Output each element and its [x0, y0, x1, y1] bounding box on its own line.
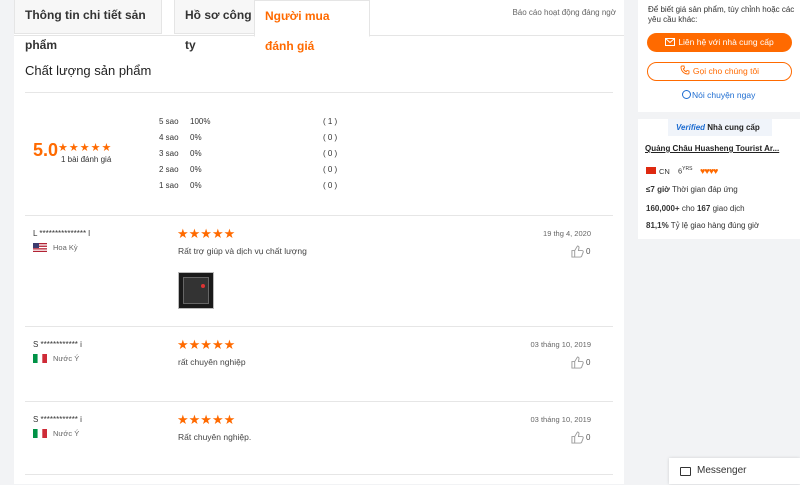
- review-photo-detail: [201, 284, 205, 288]
- reviewer-country: Nước Ý: [53, 429, 80, 438]
- reviewer-name: S ************ i: [33, 415, 82, 424]
- review-photo-thumbnail: [183, 277, 209, 304]
- rating-row-pct: 0%: [190, 133, 202, 142]
- rating-stars: ★★★★★: [58, 142, 113, 154]
- rating-row-label: 3 sao: [159, 149, 179, 158]
- review-date: 19 thg 4, 2020: [543, 229, 591, 238]
- supplier-label: Nhà cung cấp: [707, 123, 760, 132]
- verified-supplier-badge: Verified Nhà cung cấp: [668, 119, 772, 136]
- transactions-value: 160,000+: [646, 204, 680, 213]
- tab-buyer-reviews[interactable]: Người mua đánh giá: [254, 0, 370, 53]
- review-photo[interactable]: [178, 272, 214, 309]
- rating-row-pct: 100%: [190, 117, 211, 126]
- reviewer-name: S ************ i: [33, 340, 82, 349]
- rating-row-label: 2 sao: [159, 165, 179, 174]
- contact-supplier-button[interactable]: Liên hệ với nhà cung cấp: [647, 33, 792, 52]
- response-time: ≤7 giờ Thời gian đáp ứng: [646, 185, 738, 194]
- divider: [25, 401, 613, 402]
- italy-flag-icon: [33, 429, 47, 438]
- divider: [25, 326, 613, 327]
- tab-product-details[interactable]: Thông tin chi tiết sản phẩm: [14, 0, 162, 52]
- review-text: rất chuyên nghiệp: [178, 357, 246, 367]
- main-panel: Thông tin chi tiết sản phẩm Hồ sơ công t…: [14, 0, 624, 484]
- call-us-button[interactable]: Gọi cho chúng tôi: [647, 62, 792, 81]
- section-title: Chất lượng sản phẩm: [25, 63, 152, 78]
- thumbs-up-icon[interactable]: [571, 431, 584, 444]
- response-time-label: Thời gian đáp ứng: [671, 185, 738, 194]
- transactions-label: giao dịch: [712, 204, 745, 213]
- like-count: 0: [586, 358, 591, 367]
- company-name-link[interactable]: Quảng Châu Huasheng Tourist Ar...: [645, 144, 793, 153]
- rating-row-count: ( 0 ): [323, 165, 338, 174]
- rating-row-pct: 0%: [190, 165, 202, 174]
- review-date: 03 tháng 10, 2019: [530, 415, 591, 424]
- rating-score: 5.0: [33, 140, 59, 160]
- rating-row-count: ( 0 ): [323, 149, 338, 158]
- rating-row-label: 5 sao: [159, 117, 179, 126]
- contact-panel: Để biết giá sản phẩm, tùy chỉnh hoặc các…: [638, 0, 800, 112]
- contact-supplier-label: Liên hệ với nhà cung cấp: [678, 37, 774, 47]
- transactions-count: 167: [696, 204, 711, 213]
- divider: [25, 474, 613, 475]
- reviewer-country: Hoa Kỳ: [53, 243, 78, 252]
- contact-description: Để biết giá sản phẩm, tùy chỉnh hoặc các…: [648, 5, 795, 24]
- response-time-value: ≤7 giờ: [646, 185, 670, 194]
- review-stars: ★★★★★: [177, 412, 236, 427]
- us-flag-icon: [33, 243, 47, 252]
- message-icon: [680, 467, 691, 476]
- tab-bar: Thông tin chi tiết sản phẩm Hồ sơ công t…: [14, 0, 624, 53]
- messenger-button[interactable]: Messenger: [669, 458, 800, 484]
- rating-row-label: 4 sao: [159, 133, 179, 142]
- on-time-label: Tỷ lệ giao hàng đúng giờ: [670, 221, 760, 230]
- transactions: 160,000+ cho 167 giao dịch: [646, 204, 745, 213]
- review-text: Rất chuyên nghiệp.: [178, 432, 252, 442]
- reviewer-name: L *************** l: [33, 229, 91, 238]
- review-item: L *************** l Hoa Kỳ ★★★★★ Rất trợ…: [14, 226, 624, 329]
- on-time-value: 81,1%: [646, 221, 669, 230]
- divider: [25, 215, 613, 216]
- call-us-label: Gọi cho chúng tôi: [692, 66, 760, 76]
- mail-icon: [665, 38, 676, 46]
- like-count: 0: [586, 247, 591, 256]
- phone-icon: [680, 65, 690, 75]
- supplier-country: CN: [659, 167, 670, 176]
- verified-label: Verified: [676, 123, 706, 132]
- supplier-panel: Verified Nhà cung cấp Quảng Châu Huashen…: [638, 119, 800, 239]
- chat-now-link[interactable]: Nói chuyện ngay: [682, 90, 755, 100]
- rating-row-pct: 0%: [190, 149, 202, 158]
- supplier-years: 6YRS: [678, 166, 692, 176]
- review-count: 1 bài đánh giá: [61, 155, 112, 164]
- rating-row-count: ( 0 ): [323, 133, 338, 142]
- reviewer-country: Nước Ý: [53, 354, 80, 363]
- years-unit: YRS: [682, 166, 693, 172]
- rating-row-pct: 0%: [190, 181, 202, 190]
- chat-icon: [682, 90, 691, 99]
- italy-flag-icon: [33, 354, 47, 363]
- reviews-content: Chất lượng sản phẩm 5.0 ★★★★★ 1 bài đánh…: [14, 40, 624, 484]
- messenger-label: Messenger: [697, 465, 747, 476]
- review-item: S ************ i Nước Ý ★★★★★ rất chuyên…: [14, 337, 624, 410]
- divider: [25, 92, 613, 93]
- chat-now-label: Nói chuyện ngay: [692, 90, 756, 100]
- rating-row-count: ( 0 ): [323, 181, 338, 190]
- thumbs-up-icon[interactable]: [571, 245, 584, 258]
- report-suspicious-link[interactable]: Báo cáo hoạt động đáng ngờ: [512, 8, 616, 17]
- review-date: 03 tháng 10, 2019: [530, 340, 591, 349]
- review-stars: ★★★★★: [177, 226, 236, 241]
- thumbs-up-icon[interactable]: [571, 356, 584, 369]
- review-stars: ★★★★★: [177, 337, 236, 352]
- china-flag-icon: [646, 167, 656, 174]
- on-time-delivery: 81,1% Tỷ lệ giao hàng đúng giờ: [646, 221, 759, 230]
- like-count: 0: [586, 433, 591, 442]
- transactions-mid: cho: [681, 204, 695, 213]
- rating-row-label: 1 sao: [159, 181, 179, 190]
- review-text: Rất trợ giúp và dịch vụ chất lượng: [178, 246, 307, 256]
- tab-company-profile[interactable]: Hồ sơ công ty: [174, 0, 264, 52]
- rating-row-count: ( 1 ): [323, 117, 338, 126]
- diamond-rating-icon: ♥♥♥♥: [700, 166, 718, 176]
